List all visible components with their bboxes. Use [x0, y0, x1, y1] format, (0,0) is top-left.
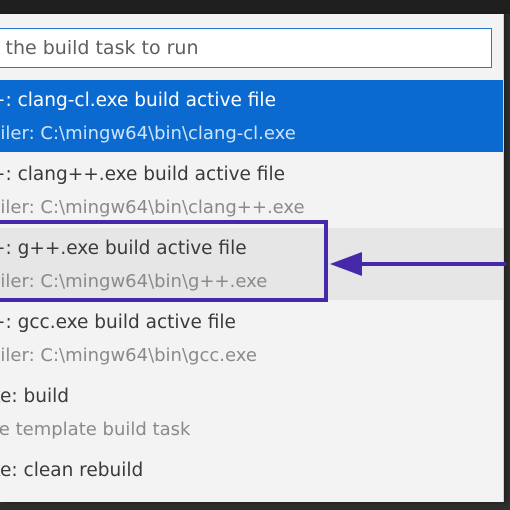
task-item-detail: piler: C:\mingw64\bin\clang-cl.exe	[0, 123, 296, 144]
task-item-label: ke: build	[0, 386, 70, 407]
task-item-label: ke: clean rebuild	[0, 460, 144, 480]
task-item-gcc[interactable]: +: gcc.exe build active file piler: C:\m…	[0, 302, 503, 374]
annotation-highlight-box	[0, 220, 328, 302]
task-item-make-clean-rebuild[interactable]: ke: clean rebuild	[0, 450, 503, 480]
task-item-detail: ke template build task	[0, 419, 191, 440]
task-item-label: +: gcc.exe build active file	[0, 312, 236, 333]
annotation-arrow-head-icon	[330, 252, 362, 276]
list-bottom-edge	[0, 480, 503, 502]
annotation-arrow-line	[360, 262, 506, 266]
task-search-input[interactable]: t the build task to run	[0, 28, 492, 68]
task-item-label: +: clang-cl.exe build active file	[0, 90, 276, 111]
search-input-text: t the build task to run	[0, 37, 199, 59]
task-item-clang-cl[interactable]: +: clang-cl.exe build active file piler:…	[0, 80, 503, 152]
app-frame: t the build task to run +: clang-cl.exe …	[0, 0, 510, 510]
task-item-detail: piler: C:\mingw64\bin\clang++.exe	[0, 197, 305, 218]
task-item-clangpp[interactable]: +: clang++.exe build active file piler: …	[0, 154, 503, 226]
title-strip	[0, 0, 510, 14]
task-item-make-build[interactable]: ke: build ke template build task	[0, 376, 503, 448]
task-item-detail: piler: C:\mingw64\bin\gcc.exe	[0, 345, 257, 366]
task-item-label: +: clang++.exe build active file	[0, 164, 285, 185]
